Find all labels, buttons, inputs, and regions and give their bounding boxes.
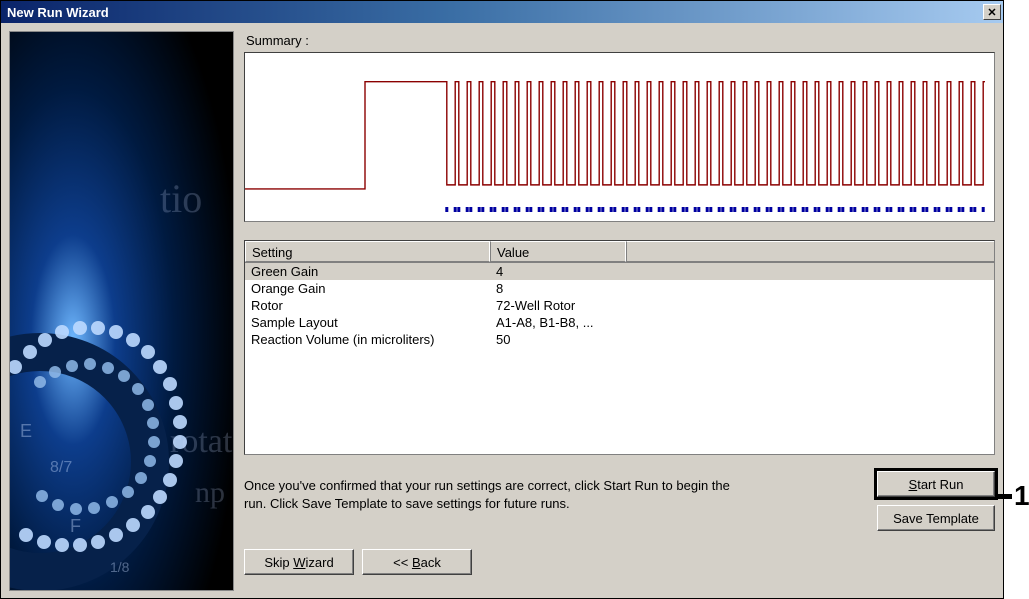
settings-table: Setting Value Green Gain4Orange Gain8Rot…	[244, 240, 995, 455]
setting-name: Green Gain	[245, 263, 490, 280]
setting-value: 50	[490, 331, 994, 348]
table-row[interactable]: Sample LayoutA1-A8, B1-B8, ...	[245, 314, 994, 331]
table-row[interactable]: Orange Gain8	[245, 280, 994, 297]
wizard-sidebar-graphic: tio rotat np E 8/7 F 1/8	[9, 31, 234, 591]
wizard-window: New Run Wizard ✕	[0, 0, 1004, 599]
nav-buttons: Skip Wizard << Back	[244, 549, 995, 575]
svg-text:8/7: 8/7	[50, 459, 72, 476]
instruction-text: Once you've confirmed that your run sett…	[244, 471, 744, 512]
summary-chart	[244, 52, 995, 222]
setting-name: Orange Gain	[245, 280, 490, 297]
svg-text:F: F	[70, 516, 81, 536]
svg-text:rotat: rotat	[170, 423, 233, 460]
column-header-value[interactable]: Value	[490, 241, 626, 262]
table-row[interactable]: Rotor72-Well Rotor	[245, 297, 994, 314]
column-header-empty	[626, 241, 994, 262]
setting-name: Reaction Volume (in microliters)	[245, 331, 490, 348]
table-row[interactable]: Reaction Volume (in microliters)50	[245, 331, 994, 348]
setting-name: Sample Layout	[245, 314, 490, 331]
settings-table-header: Setting Value	[245, 241, 994, 263]
skip-wizard-button[interactable]: Skip Wizard	[244, 549, 354, 575]
summary-label: Summary :	[246, 33, 995, 48]
title-bar: New Run Wizard ✕	[1, 1, 1003, 23]
save-template-button[interactable]: Save Template	[877, 505, 995, 531]
close-icon: ✕	[987, 6, 996, 19]
start-run-label-rest: tart Run	[917, 477, 963, 492]
annotation-number: 1	[1014, 480, 1029, 512]
svg-text:1/8: 1/8	[110, 559, 130, 575]
svg-text:tio: tio	[160, 176, 202, 221]
table-row[interactable]: Green Gain4	[245, 263, 994, 280]
external-annotation-1: 1	[998, 480, 1029, 512]
window-title: New Run Wizard	[7, 5, 109, 20]
setting-value: 8	[490, 280, 994, 297]
back-button[interactable]: << Back	[362, 549, 472, 575]
action-area: Once you've confirmed that your run sett…	[244, 471, 995, 531]
wizard-content: Summary : Setting Value Green Gain4Orang…	[244, 31, 995, 590]
setting-value: 72-Well Rotor	[490, 297, 994, 314]
settings-table-body: Green Gain4Orange Gain8Rotor72-Well Roto…	[245, 263, 994, 348]
svg-text:np: np	[195, 476, 225, 509]
primary-buttons: Start Run Save Template	[877, 471, 995, 531]
start-run-button[interactable]: Start Run	[877, 471, 995, 497]
annotation-dash-icon	[998, 494, 1012, 499]
close-button[interactable]: ✕	[983, 4, 1001, 20]
column-header-setting[interactable]: Setting	[245, 241, 490, 262]
setting-name: Rotor	[245, 297, 490, 314]
svg-text:E: E	[20, 421, 32, 441]
setting-value: 4	[490, 263, 509, 280]
wizard-body: tio rotat np E 8/7 F 1/8 Summary : Setti…	[1, 23, 1003, 598]
setting-value: A1-A8, B1-B8, ...	[490, 314, 994, 331]
